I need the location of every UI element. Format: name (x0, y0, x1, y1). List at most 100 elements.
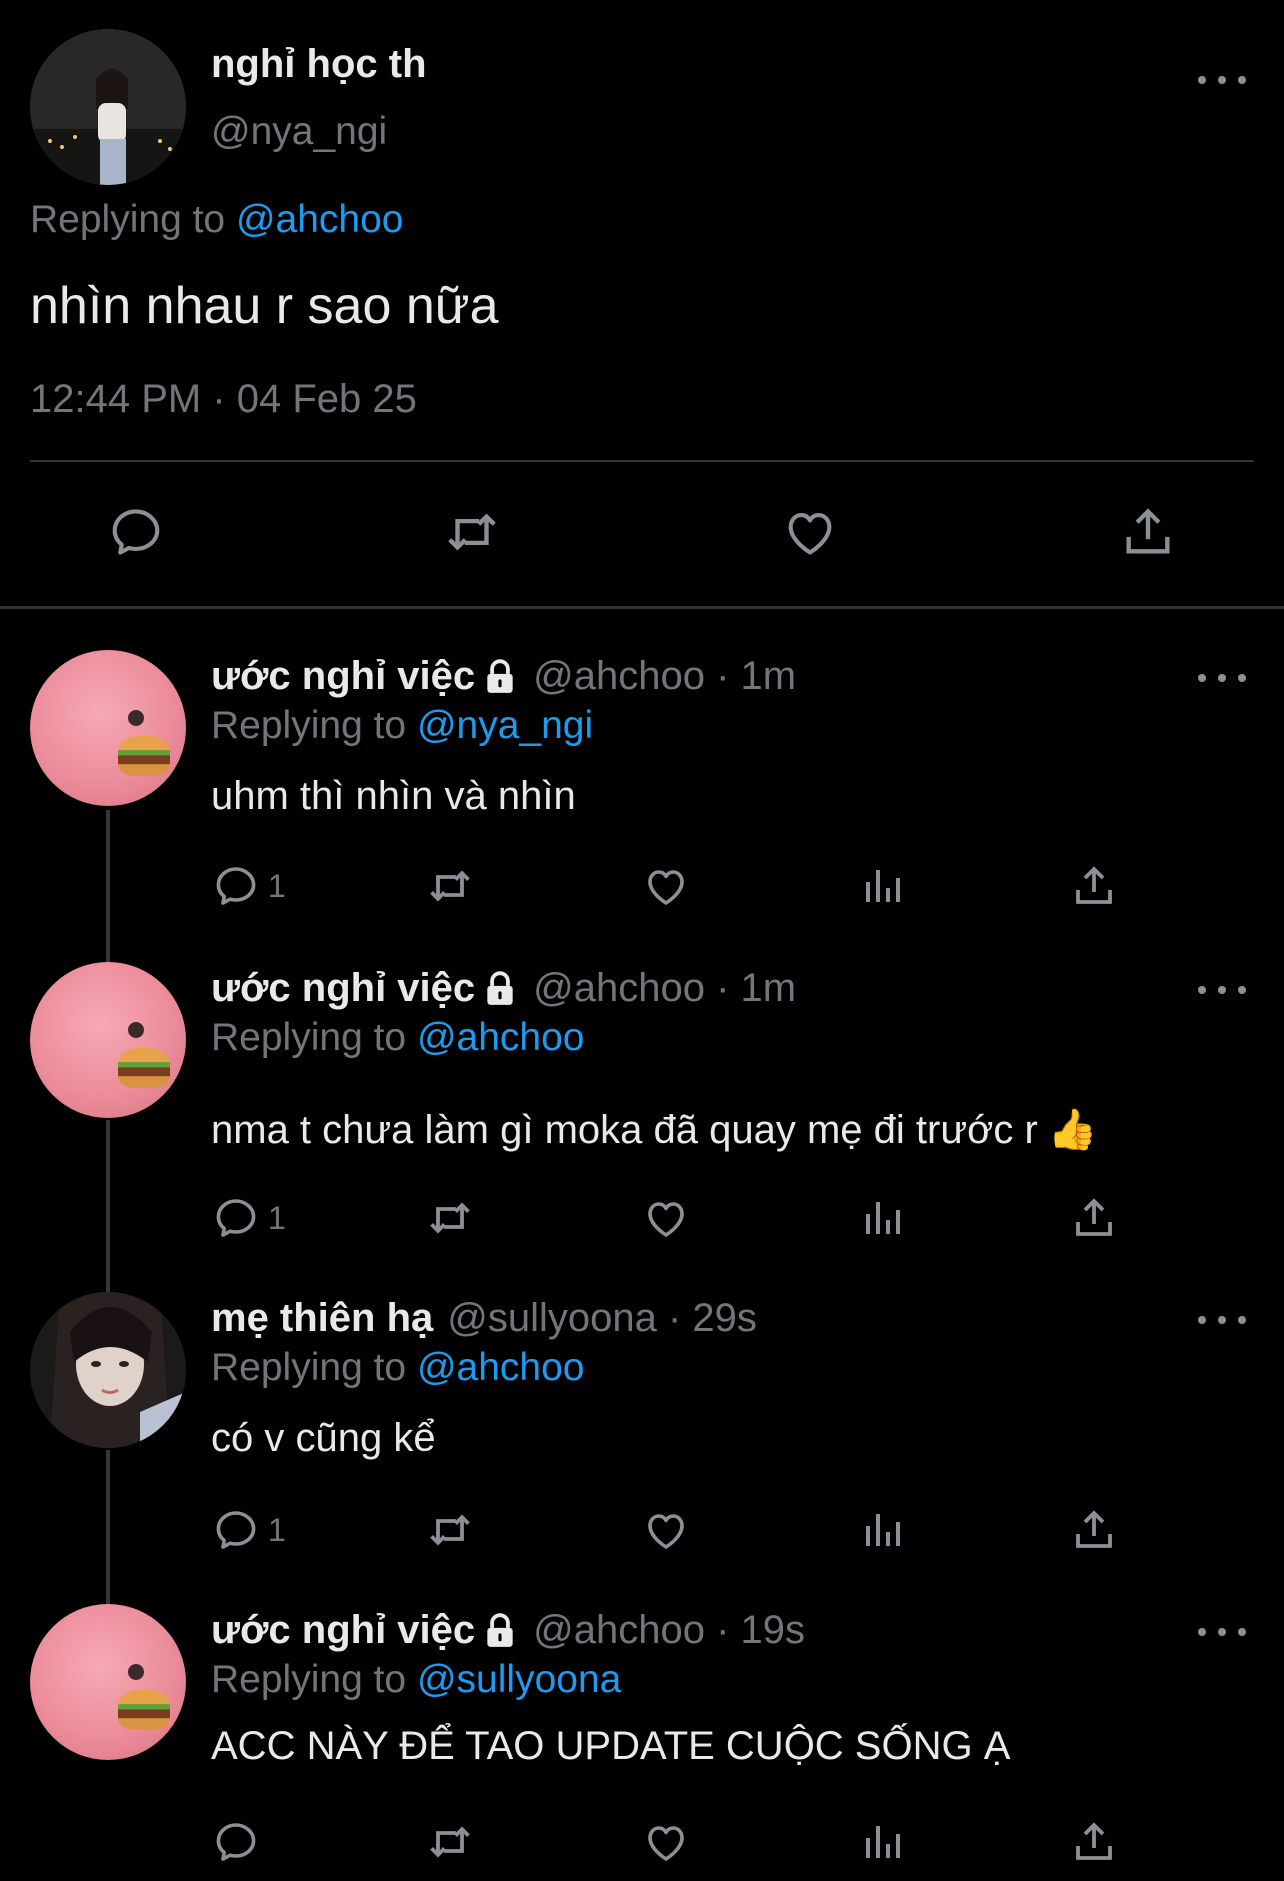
replying-to-link[interactable]: @ahchoo (417, 1346, 585, 1389)
tweet-text: ACC NÀY ĐỂ TAO UPDATE CUỘC SỐNG Ạ (211, 1724, 1011, 1768)
share-button[interactable] (1116, 500, 1180, 564)
like-icon (648, 1202, 684, 1237)
handle-timestamp[interactable]: @sullyoona · 29s (447, 1296, 757, 1341)
share-button[interactable] (1070, 858, 1118, 914)
replying-to-prefix: Replying to (211, 1658, 417, 1701)
reply-button[interactable] (212, 1814, 268, 1870)
reply-tweet: ước nghỉ việc @ahchoo · 1m Replying to @… (0, 650, 1284, 920)
retweet-button[interactable] (424, 858, 476, 914)
share-icon (1126, 508, 1170, 554)
retweet-button[interactable] (440, 500, 504, 564)
display-name[interactable]: ước nghỉ việc (211, 1608, 475, 1653)
replying-to: Replying to @ahchoo (211, 1346, 585, 1390)
avatar-photo (30, 1292, 186, 1448)
lock-icon (487, 658, 513, 693)
reply-icon (216, 867, 256, 905)
more-options-icon[interactable] (1198, 978, 1246, 1002)
action-bar (0, 1814, 1284, 1870)
tweet-text: nhìn nhau r sao nữa (30, 277, 499, 335)
like-button[interactable] (642, 1814, 690, 1870)
reply-icon (216, 1511, 256, 1549)
handle-timestamp[interactable]: @ahchoo · 1m (533, 654, 796, 699)
share-button[interactable] (1070, 1190, 1118, 1246)
action-bar: 1 (0, 1502, 1284, 1558)
replying-to: Replying to @ahchoo (30, 198, 404, 242)
share-button[interactable] (1070, 1502, 1118, 1558)
divider (30, 460, 1254, 462)
views-button[interactable] (858, 1502, 906, 1558)
share-icon (1076, 1822, 1112, 1860)
thread-view: nghỉ học th @nya_ngi Replying to @ahchoo… (0, 0, 1284, 1881)
reply-icon (216, 1199, 256, 1237)
handle-timestamp[interactable]: @ahchoo · 1m (533, 966, 796, 1011)
reply-header: mẹ thiên hạ @sullyoona · 29s (211, 1296, 757, 1341)
like-button[interactable] (778, 500, 842, 564)
views-icon (866, 1826, 900, 1858)
tweet-timestamp[interactable]: 12:44 PM · 04 Feb 25 (30, 377, 417, 422)
like-icon (788, 513, 832, 555)
like-button[interactable] (642, 858, 690, 914)
more-options-icon[interactable] (1198, 1620, 1246, 1644)
like-button[interactable] (642, 1190, 690, 1246)
replying-to-link[interactable]: @ahchoo (236, 198, 404, 241)
retweet-button[interactable] (424, 1814, 476, 1870)
replying-to-link[interactable]: @ahchoo (417, 1016, 585, 1059)
main-action-bar (0, 500, 1284, 570)
reply-count: 1 (268, 1511, 286, 1548)
replying-to-prefix: Replying to (211, 704, 417, 747)
tweet-text-row: nma t chưa làm gì moka đã quay mẹ đi trư… (211, 1106, 1098, 1153)
share-button[interactable] (1070, 1814, 1118, 1870)
display-name[interactable]: nghỉ học th (211, 42, 427, 87)
reply-tweet: ước nghỉ việc @ahchoo · 1m Replying to @… (0, 962, 1284, 1282)
handle-timestamp[interactable]: @ahchoo · 19s (533, 1608, 805, 1653)
views-button[interactable] (858, 1190, 906, 1246)
retweet-button[interactable] (424, 1190, 476, 1246)
reply-button[interactable] (104, 500, 168, 564)
tweet-text: uhm thì nhìn và nhìn (211, 774, 576, 818)
action-bar: 1 (0, 858, 1284, 914)
reply-header: ước nghỉ việc @ahchoo · 1m (211, 654, 796, 699)
reply-count: 1 (268, 1199, 286, 1236)
retweet-icon (430, 1514, 470, 1546)
views-button[interactable] (858, 1814, 906, 1870)
replying-to-link[interactable]: @sullyoona (417, 1658, 621, 1701)
handle[interactable]: @nya_ngi (211, 110, 387, 154)
display-name[interactable]: ước nghỉ việc (211, 966, 475, 1011)
like-icon (648, 1826, 684, 1861)
avatar[interactable] (30, 1292, 186, 1448)
display-name[interactable]: mẹ thiên hạ (211, 1296, 433, 1341)
avatar-photo (30, 29, 186, 185)
avatar[interactable] (30, 962, 186, 1118)
main-tweet: nghỉ học th @nya_ngi Replying to @ahchoo… (0, 0, 1284, 606)
more-options-icon[interactable] (1198, 666, 1246, 690)
reply-icon (112, 509, 160, 555)
reply-icon (216, 1823, 256, 1861)
reply-button[interactable]: 1 (212, 858, 286, 914)
retweet-icon (430, 1202, 470, 1234)
avatar[interactable] (30, 1604, 186, 1760)
retweet-icon (430, 1826, 470, 1858)
reply-button[interactable]: 1 (212, 1190, 286, 1246)
retweet-icon (448, 513, 496, 551)
more-options-icon[interactable] (1198, 1308, 1246, 1332)
display-name[interactable]: ước nghỉ việc (211, 654, 475, 699)
like-icon (648, 870, 684, 905)
replying-to: Replying to @ahchoo (211, 1016, 585, 1060)
reply-button[interactable]: 1 (212, 1502, 286, 1558)
lock-icon (487, 1612, 513, 1647)
lock-icon (487, 970, 513, 1005)
more-options-icon[interactable] (1198, 68, 1246, 92)
share-icon (1076, 1198, 1112, 1236)
views-button[interactable] (858, 858, 906, 914)
replying-to-link[interactable]: @nya_ngi (417, 704, 593, 747)
avatar[interactable] (30, 29, 186, 185)
thumbs-up-emoji: 👍 (1047, 1108, 1098, 1152)
avatar[interactable] (30, 650, 186, 806)
retweet-button[interactable] (424, 1502, 476, 1558)
views-icon (866, 870, 900, 902)
reply-tweet: mẹ thiên hạ @sullyoona · 29s Replying to… (0, 1292, 1284, 1592)
action-bar: 1 (0, 1190, 1284, 1246)
like-icon (648, 1514, 684, 1549)
like-button[interactable] (642, 1502, 690, 1558)
reply-header: ước nghỉ việc @ahchoo · 19s (211, 1608, 805, 1653)
